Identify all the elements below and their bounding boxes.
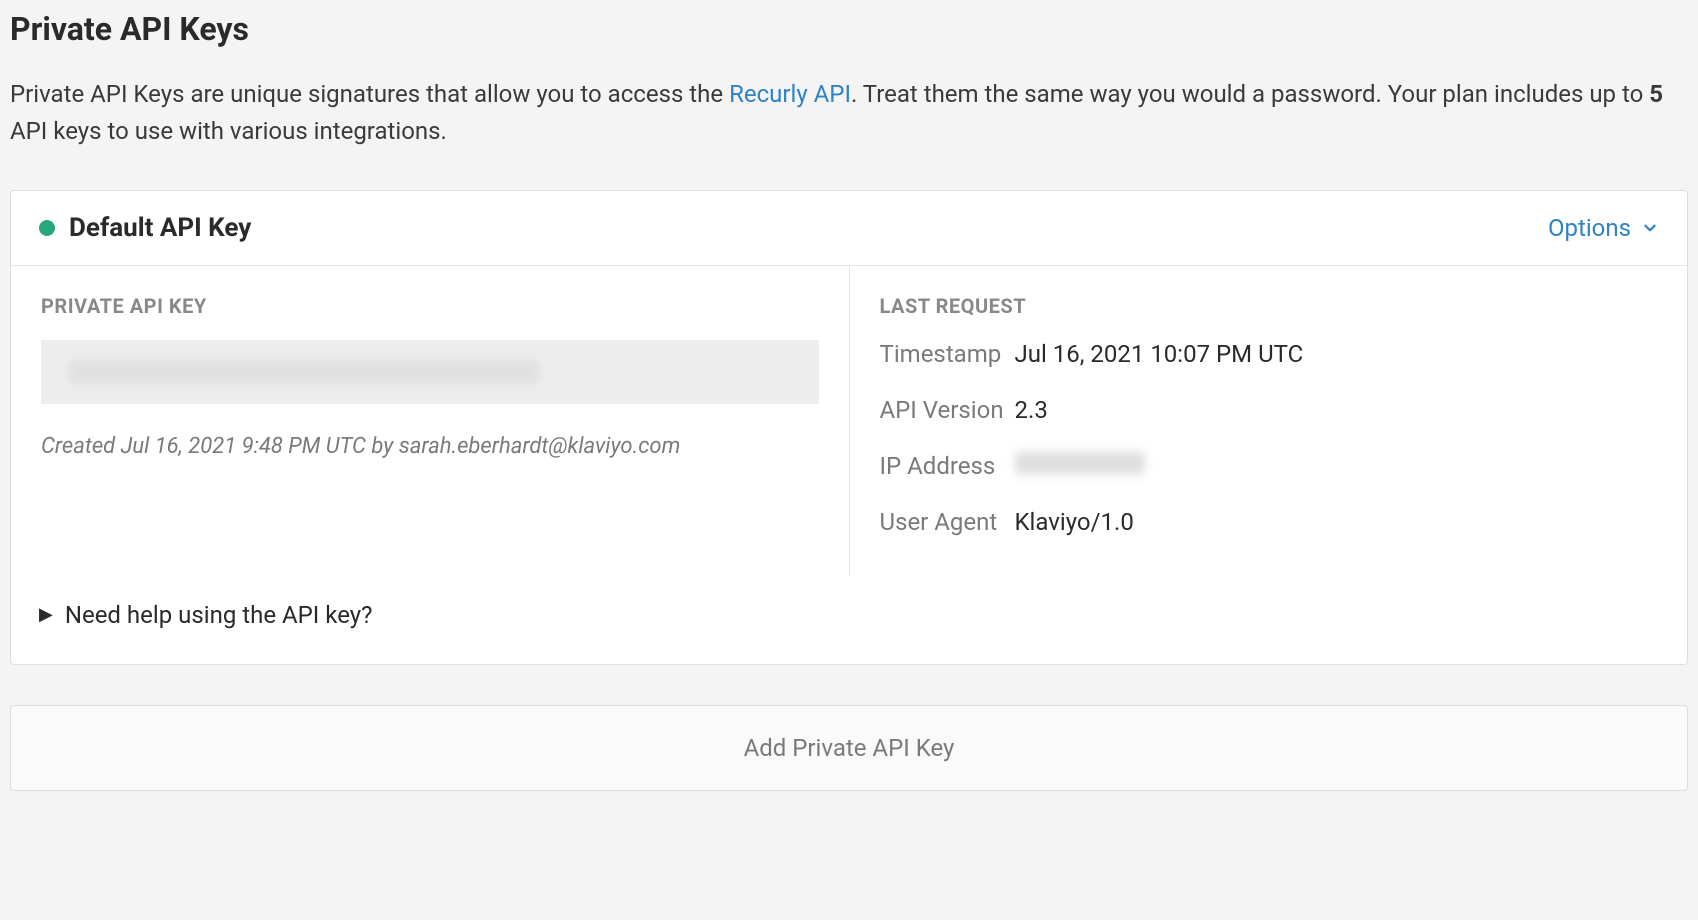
- user-agent-row: User Agent Klaviyo/1.0: [880, 508, 1658, 536]
- created-info: Created Jul 16, 2021 9:48 PM UTC by sara…: [41, 434, 819, 459]
- ip-address-value: [1015, 452, 1145, 480]
- page-title: Private API Keys: [10, 10, 1688, 48]
- api-key-limit: 5: [1649, 80, 1663, 108]
- private-key-label: PRIVATE API KEY: [41, 294, 819, 318]
- description-text-mid: . Treat them the same way you would a pa…: [851, 80, 1649, 108]
- status-dot-icon: [39, 220, 55, 236]
- api-version-row: API Version 2.3: [880, 396, 1658, 424]
- description-text-post: API keys to use with various integration…: [10, 117, 447, 145]
- card-title: Default API Key: [69, 213, 251, 243]
- card-header: Default API Key Options: [11, 191, 1687, 266]
- timestamp-row: Timestamp Jul 16, 2021 10:07 PM UTC: [880, 340, 1658, 368]
- timestamp-value: Jul 16, 2021 10:07 PM UTC: [1015, 340, 1304, 368]
- api-key-field[interactable]: [41, 340, 819, 404]
- user-agent-value: Klaviyo/1.0: [1015, 508, 1134, 536]
- add-private-api-key-button[interactable]: Add Private API Key: [10, 705, 1688, 791]
- redacted-ip-value: [1015, 452, 1145, 474]
- description-text-pre: Private API Keys are unique signatures t…: [10, 80, 729, 108]
- options-label: Options: [1548, 214, 1631, 242]
- ip-address-label: IP Address: [880, 452, 1015, 480]
- user-agent-label: User Agent: [880, 508, 1015, 536]
- last-request-section: LAST REQUEST Timestamp Jul 16, 2021 10:0…: [850, 266, 1688, 576]
- triangle-right-icon: ▶: [39, 606, 53, 624]
- help-toggle-label: Need help using the API key?: [65, 601, 373, 629]
- recurly-api-link[interactable]: Recurly API: [729, 80, 851, 108]
- redacted-key-value: [69, 361, 539, 383]
- private-key-section: PRIVATE API KEY Created Jul 16, 2021 9:4…: [11, 266, 850, 576]
- options-dropdown[interactable]: Options: [1548, 214, 1659, 242]
- ip-address-row: IP Address: [880, 452, 1658, 480]
- timestamp-label: Timestamp: [880, 340, 1015, 368]
- page-description: Private API Keys are unique signatures t…: [10, 76, 1688, 150]
- api-version-label: API Version: [880, 396, 1015, 424]
- api-version-value: 2.3: [1015, 396, 1048, 424]
- chevron-down-icon: [1641, 219, 1659, 237]
- api-key-card: Default API Key Options PRIVATE API KEY …: [10, 190, 1688, 665]
- last-request-label: LAST REQUEST: [880, 294, 1658, 318]
- help-toggle[interactable]: ▶ Need help using the API key?: [39, 601, 1659, 629]
